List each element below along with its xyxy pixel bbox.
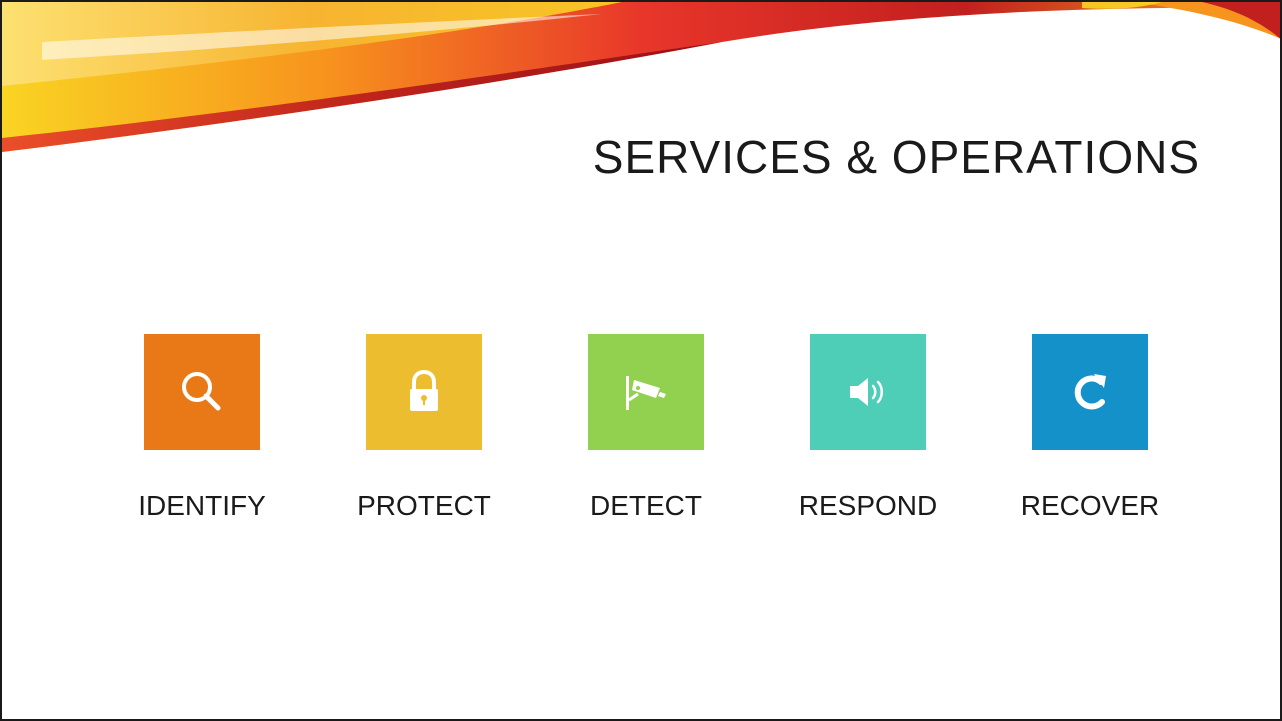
search-icon <box>182 372 221 411</box>
recover-tile[interactable] <box>1032 334 1148 450</box>
slide-title: SERVICES & OPERATIONS <box>592 131 1200 183</box>
recover-label: RECOVER <box>1020 490 1160 521</box>
protect-tile[interactable] <box>366 334 482 450</box>
speaker-icon <box>850 378 883 406</box>
slide: SERVICES & OPERATIONS IDENTIFY PROTECT D… <box>0 0 1282 721</box>
respond-tile[interactable] <box>810 334 926 450</box>
refresh-icon <box>1074 374 1106 410</box>
security-camera-icon <box>626 376 666 410</box>
protect-label: PROTECT <box>357 490 491 521</box>
identify-label: IDENTIFY <box>138 490 266 521</box>
identify-tile[interactable] <box>144 334 260 450</box>
detect-tile[interactable] <box>588 334 704 450</box>
detect-label: DETECT <box>590 490 702 521</box>
lock-icon <box>410 369 438 411</box>
respond-label: RESPOND <box>798 490 938 521</box>
